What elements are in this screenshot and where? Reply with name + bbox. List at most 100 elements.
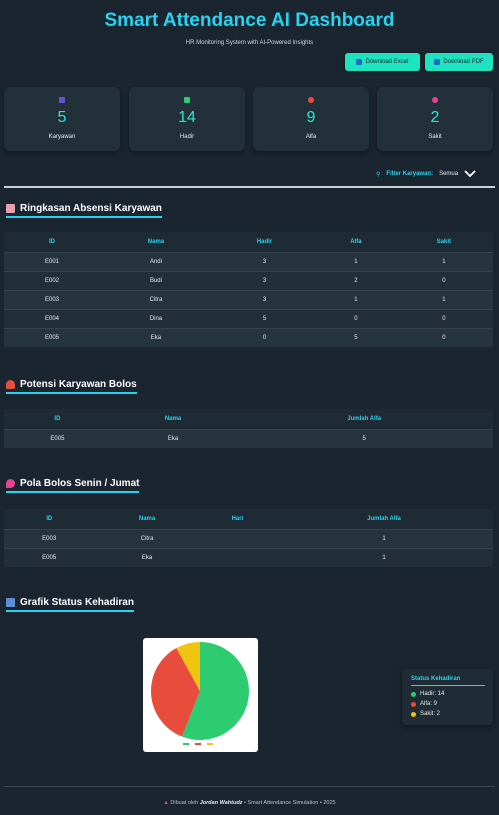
cell-alfa: 1	[317, 289, 395, 309]
employee-filter[interactable]: ⚲ Filter Karyawan: Semua	[376, 167, 476, 181]
col-header: Nama	[110, 409, 236, 429]
filter-label: Filter Karyawan:	[386, 171, 434, 177]
page-title: Smart Attendance AI Dashboard	[104, 10, 395, 31]
pin-icon	[6, 479, 15, 488]
stat-label: Karyawan	[48, 134, 76, 140]
cell-alfa: 0	[317, 308, 395, 328]
col-header: ID	[4, 509, 95, 529]
download-icon	[356, 59, 363, 65]
legend-title: Status Kehadiran	[411, 676, 485, 686]
pie-legend-marker-hadir	[183, 743, 189, 745]
cell-sakit: 0	[394, 270, 493, 290]
table-row: E005 Eka 0 5 0	[4, 327, 493, 347]
summary-title-text: Ringkasan Absensi Karyawan	[20, 203, 162, 214]
chevron-down-icon[interactable]	[464, 170, 476, 178]
pattern-section-title: Pola Bolos Senin / Jumat	[6, 478, 140, 493]
cell-alfa: 2	[317, 270, 395, 290]
clipboard-icon	[6, 204, 15, 213]
check-icon	[184, 97, 190, 103]
legend-dot	[411, 701, 416, 707]
cell-hadir: 3	[211, 270, 318, 290]
stat-card-alfa: 9 Alfa	[253, 87, 369, 151]
cell-name: Budi	[100, 270, 212, 290]
chart-legend: Status Kehadiran Hadir: 14 Alfa: 9 Sakit…	[402, 669, 493, 725]
footer: ▲ Dibuat oleh Jordan Wahtudz • Smart Att…	[0, 800, 499, 806]
stat-card-karyawan: 5 Karyawan	[4, 87, 120, 151]
potential-title-text: Potensi Karyawan Bolos	[20, 379, 137, 390]
download-excel-label: Download Excel	[365, 59, 409, 65]
legend-label: Sakit: 2	[420, 711, 441, 717]
potential-table: ID Nama Jumlah Alfa E005 Eka 5	[4, 409, 493, 448]
col-header: Jumlah Alfa	[275, 509, 493, 529]
col-header: Sakit	[394, 232, 493, 252]
potential-section-title: Potensi Karyawan Bolos	[6, 379, 137, 394]
stat-value: 2	[430, 109, 440, 126]
legend-label: Alfa: 9	[420, 701, 438, 707]
cell-name: Eka	[100, 327, 212, 347]
page-subtitle: HR Monitoring System with AI-Powered Ins…	[185, 40, 314, 46]
stat-label: Sakit	[428, 134, 442, 140]
cell-name: Eka	[110, 428, 236, 448]
cell-id: E001	[4, 251, 100, 271]
col-header: Hari	[199, 509, 276, 529]
people-icon	[59, 97, 65, 103]
cell-hadir: 3	[211, 251, 318, 271]
footer-suffix: • Smart Attendance Simulation • 2025	[243, 800, 336, 806]
section-divider	[4, 186, 495, 188]
cell-day	[199, 528, 276, 548]
table-row: E003 Citra 3 1 1	[4, 289, 493, 309]
rocket-icon: ▲	[163, 800, 169, 806]
cell-name: Citra	[100, 289, 212, 309]
col-header: Jumlah Alfa	[235, 409, 493, 429]
download-excel-button[interactable]: Download Excel	[345, 53, 420, 71]
download-pdf-label: Download PDF	[443, 59, 484, 65]
legend-dot	[411, 711, 416, 717]
stat-label: Hadir	[179, 134, 195, 140]
cell-id: E002	[4, 270, 100, 290]
cell-day	[199, 547, 276, 567]
cell-name: Citra	[94, 528, 200, 548]
cell-name: Eka	[94, 547, 200, 567]
summary-section-title: Ringkasan Absensi Karyawan	[6, 203, 162, 218]
cell-id: E004	[4, 308, 100, 328]
cell-id: E005	[4, 327, 100, 347]
table-row: E001 Andi 3 1 1	[4, 251, 493, 271]
stat-label: Alfa	[305, 134, 317, 140]
cell-id: E003	[4, 289, 100, 309]
pie-legend-marker-sakit	[207, 743, 213, 745]
pie-chart	[143, 638, 258, 752]
cell-sakit: 0	[394, 308, 493, 328]
footer-author: Jordan Wahtudz	[199, 800, 243, 806]
bar-chart-icon	[6, 598, 15, 607]
col-header: Nama	[100, 232, 212, 252]
footer-prefix: Dibuat oleh	[170, 800, 199, 806]
cell-name: Andi	[100, 251, 212, 271]
filter-select-value[interactable]: Semua	[439, 171, 458, 177]
pattern-title-text: Pola Bolos Senin / Jumat	[20, 478, 140, 489]
col-header: Nama	[94, 509, 200, 529]
cell-alfa: 1	[317, 251, 395, 271]
download-pdf-button[interactable]: Download PDF	[425, 53, 493, 71]
pie-chart-svg	[150, 642, 249, 745]
chart-section-title: Grafik Status Kehadiran	[6, 597, 134, 612]
col-header: ID	[4, 232, 100, 252]
legend-item-sakit: Sakit: 2	[411, 711, 440, 717]
col-header: ID	[4, 409, 111, 429]
cell-id: E003	[4, 528, 95, 548]
cell-id: E005	[4, 428, 111, 448]
summary-table: ID Nama Hadir Alfa Sakit E001 Andi 3 1 1…	[4, 232, 493, 347]
cell-hadir: 3	[211, 289, 318, 309]
cell-id: E005	[4, 547, 95, 567]
legend-item-hadir: Hadir: 14	[411, 691, 444, 697]
download-icon	[434, 59, 441, 65]
stat-value: 9	[306, 109, 316, 126]
cell-sakit: 0	[394, 327, 493, 347]
legend-dot	[411, 691, 416, 697]
cell-sakit: 1	[394, 251, 493, 271]
table-row: E005 Eka 1	[4, 547, 493, 567]
pattern-table: ID Nama Hari Jumlah Alfa E003 Citra 1 E0…	[4, 509, 493, 567]
cell-alfa: 1	[275, 547, 493, 567]
stat-value: 14	[178, 109, 196, 126]
stat-card-hadir: 14 Hadir	[129, 87, 245, 151]
cell-alfa: 1	[275, 528, 493, 548]
